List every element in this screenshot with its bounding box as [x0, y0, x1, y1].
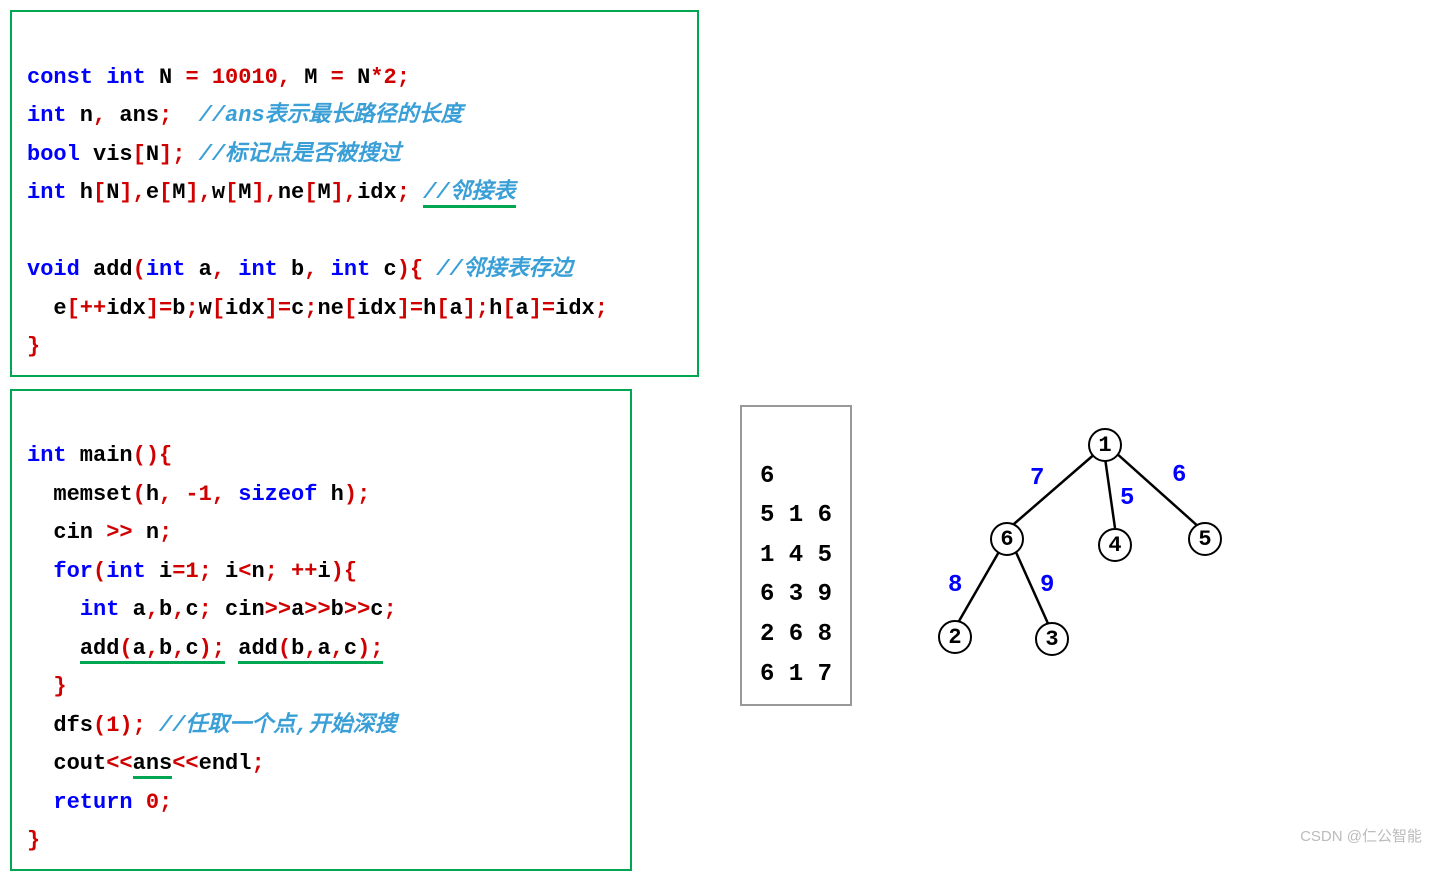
- edge-weight-9: 9: [1040, 572, 1054, 599]
- code-block-2: int main(){ memset(h, -1, sizeof h); cin…: [10, 389, 632, 871]
- comment-adj-list: //邻接表: [423, 180, 515, 208]
- input-line: 2 6 8: [760, 621, 832, 648]
- input-line: 6: [760, 463, 774, 490]
- tree-node-2: 2: [938, 620, 972, 654]
- tree-node-6: 6: [990, 522, 1024, 556]
- input-line: 5 1 6: [760, 502, 832, 529]
- edge-weight-5: 5: [1120, 485, 1134, 512]
- comment-ans: //ans表示最长路径的长度: [199, 103, 463, 128]
- tree-node-1: 1: [1088, 428, 1122, 462]
- tree-diagram: 1 6 4 5 2 3 7 5 6 8 9: [900, 410, 1260, 690]
- comment-vis: //标记点是否被搜过: [199, 142, 401, 167]
- tree-node-3: 3: [1035, 622, 1069, 656]
- comment-add-edge: //邻接表存边: [436, 257, 572, 282]
- input-line: 6 3 9: [760, 581, 832, 608]
- code-block-1: const int N = 10010, M = N*2; int n, ans…: [10, 10, 699, 377]
- comment-dfs: //任取一个点,开始深搜: [159, 713, 397, 738]
- sample-input-box: 6 5 1 6 1 4 5 6 3 9 2 6 8 6 1 7: [740, 405, 852, 706]
- kw-const-int: const int: [27, 65, 146, 90]
- watermark: CSDN @仁公智能: [1300, 825, 1422, 846]
- tree-node-5: 5: [1188, 522, 1222, 556]
- edge-weight-8: 8: [948, 572, 962, 599]
- edge-weight-6: 6: [1172, 462, 1186, 489]
- input-line: 6 1 7: [760, 661, 832, 688]
- edge-weight-7: 7: [1030, 465, 1044, 492]
- tree-node-4: 4: [1098, 528, 1132, 562]
- input-line: 1 4 5: [760, 542, 832, 569]
